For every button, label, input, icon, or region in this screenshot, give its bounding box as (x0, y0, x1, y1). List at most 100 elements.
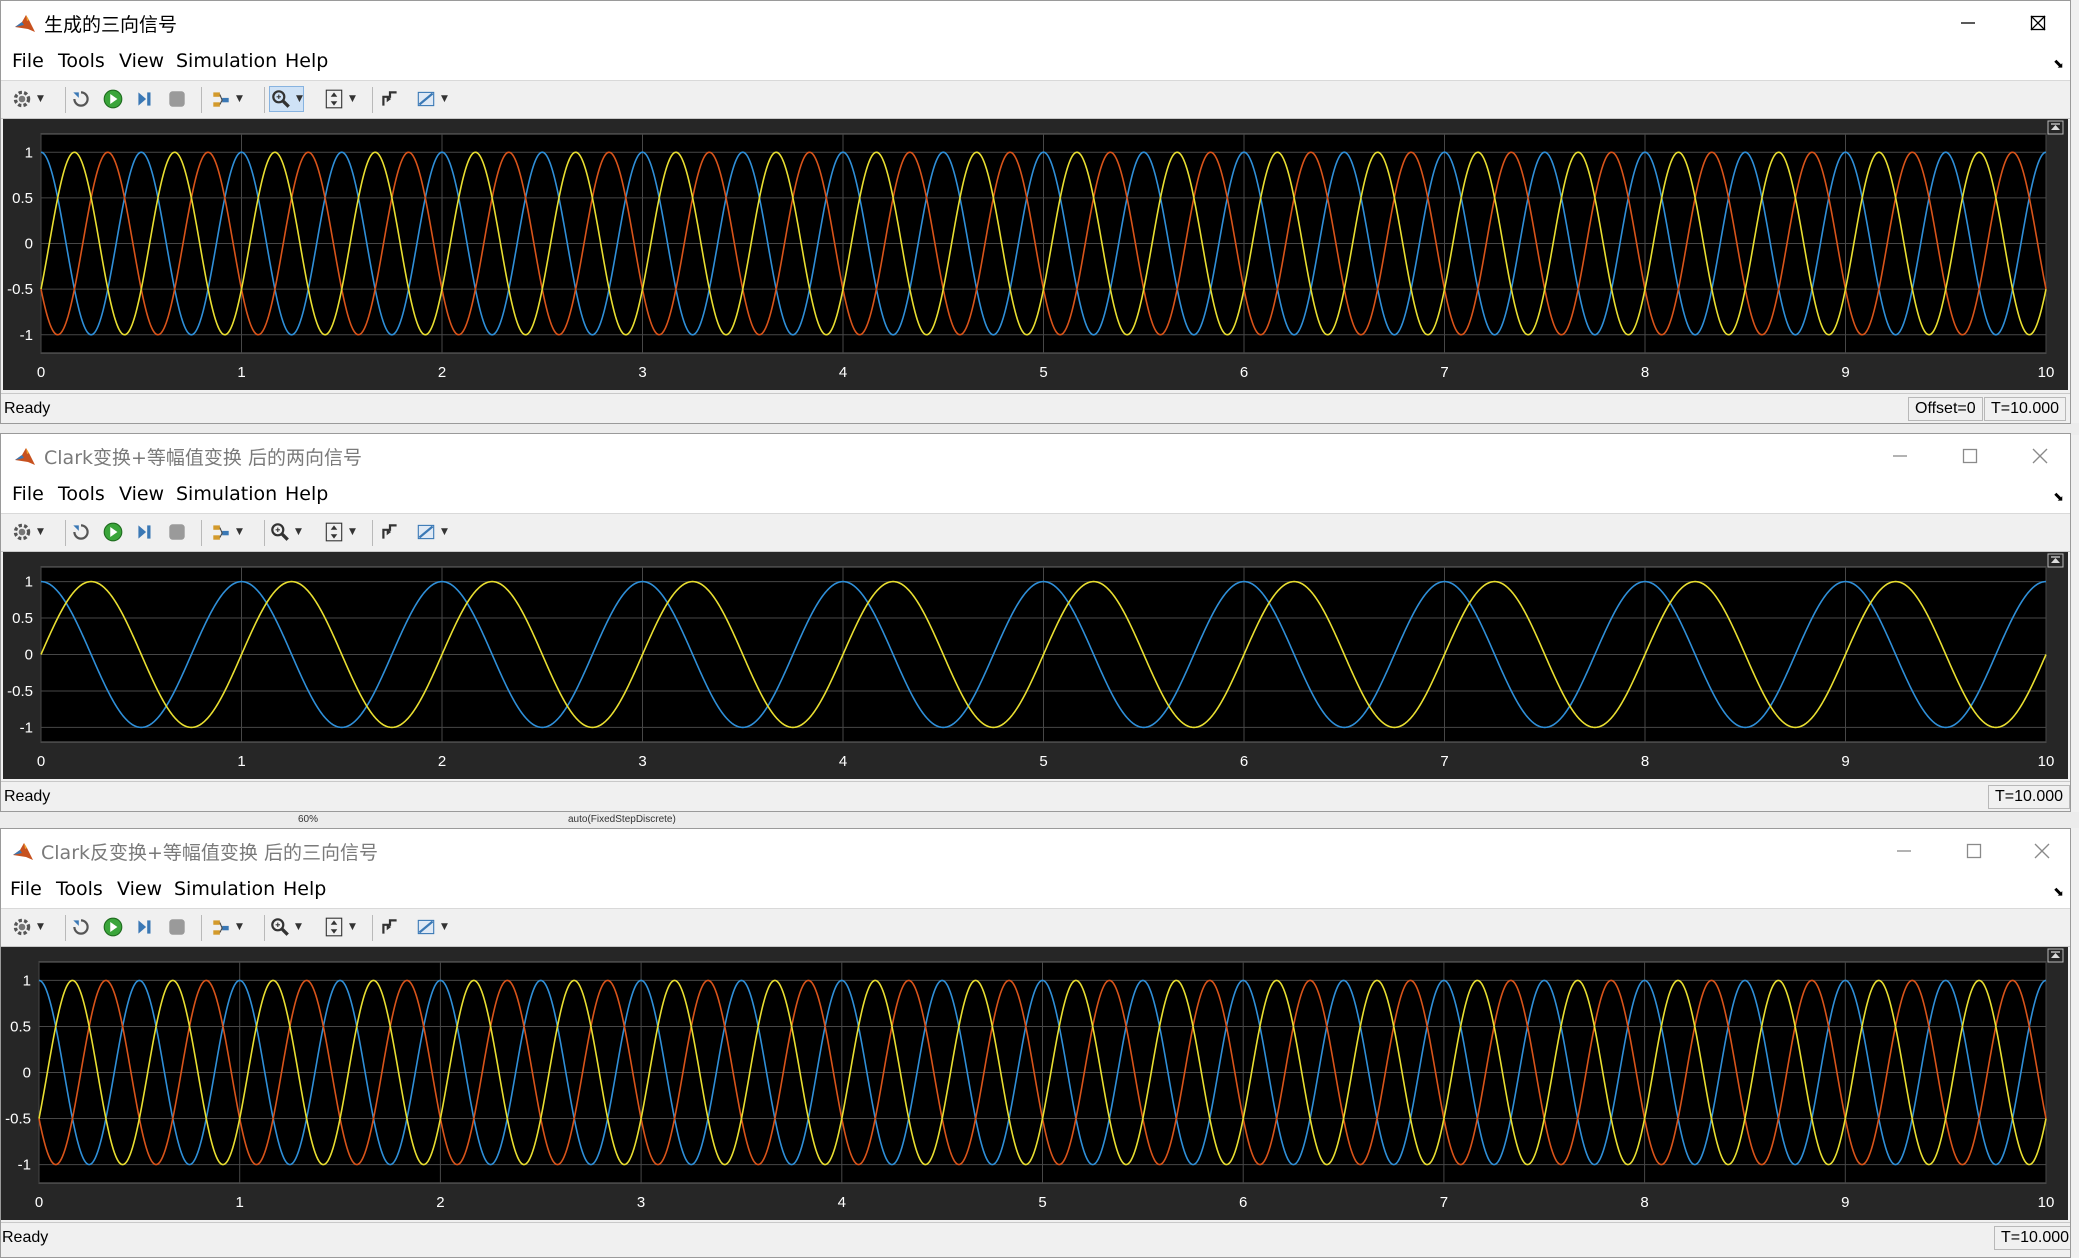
settings-button[interactable]: ▼ (11, 519, 44, 545)
x-tick-label: 8 (1640, 1194, 1648, 1211)
scale-axes-button[interactable]: ▼ (323, 914, 356, 940)
run-icon (103, 522, 123, 542)
title-bar[interactable]: Clark变换+等幅值变换 后的两向信号 (1, 434, 2070, 478)
step-forward-button[interactable] (134, 914, 156, 940)
run-button[interactable] (102, 86, 124, 112)
scale-axes-icon (325, 89, 343, 109)
highlight-icon (213, 525, 229, 540)
menu-view[interactable]: View (119, 50, 164, 72)
close-button[interactable] (2003, 1, 2070, 45)
menu-help[interactable]: Help (285, 50, 328, 72)
highlight-button[interactable]: ▼ (210, 86, 243, 112)
scope-plot[interactable]: 0 1 2 3 4 5 6 7 8 9 10 1 0.5 0 -0.5 -1 (3, 119, 2068, 390)
menu-help[interactable]: Help (283, 878, 326, 900)
dropdown-arrow-icon[interactable]: ▼ (441, 922, 448, 932)
triggers-button[interactable] (379, 519, 401, 545)
run-button[interactable] (102, 519, 124, 545)
step-forward-button[interactable] (134, 519, 156, 545)
matlab-icon (15, 15, 35, 32)
settings-button[interactable]: ▼ (11, 914, 44, 940)
maximize-axes-icon[interactable] (2047, 553, 2064, 568)
restore-button[interactable] (70, 914, 92, 940)
window-title: Clark反变换+等幅值变换 后的三向信号 (41, 842, 378, 864)
run-button[interactable] (102, 914, 124, 940)
dropdown-arrow-icon[interactable]: ▼ (441, 94, 448, 104)
undock-icon[interactable]: ⬊ (2053, 57, 2064, 72)
zoom-button[interactable]: ▼ (269, 519, 302, 545)
minimize-button[interactable] (1933, 1, 2003, 45)
menu-help[interactable]: Help (285, 483, 328, 505)
triggers-button[interactable] (379, 86, 401, 112)
menu-file[interactable]: File (10, 878, 42, 900)
highlight-button[interactable]: ▼ (210, 519, 243, 545)
toolbar: ▼ ▼ ▼ ▼ ▼ (1, 908, 2070, 947)
undock-icon[interactable]: ⬊ (2053, 885, 2064, 900)
menu-view[interactable]: View (117, 878, 162, 900)
maximize-axes-icon[interactable] (2047, 120, 2064, 135)
close-button[interactable] (2005, 434, 2070, 478)
settings-button[interactable]: ▼ (11, 86, 44, 112)
minimize-button[interactable] (1865, 434, 1935, 478)
highlight-button[interactable]: ▼ (210, 914, 243, 940)
x-tick-label: 3 (638, 753, 646, 770)
scale-axes-icon (325, 917, 343, 937)
dropdown-arrow-icon[interactable]: ▼ (349, 94, 356, 104)
maximize-button[interactable] (1935, 434, 2005, 478)
zoom-button[interactable]: ▼ (269, 86, 304, 112)
scope-plot[interactable]: 0 1 2 3 4 5 6 7 8 9 10 1 0.5 0 -0.5 -1 (3, 552, 2068, 779)
dropdown-arrow-icon[interactable]: ▼ (295, 922, 302, 932)
dropdown-arrow-icon[interactable]: ▼ (236, 94, 243, 104)
y-tick-label: 0.5 (12, 190, 33, 207)
scope-plot[interactable]: 0 1 2 3 4 5 6 7 8 9 10 1 0.5 0 -0.5 -1 (1, 947, 2068, 1220)
menu-tools[interactable]: Tools (58, 483, 105, 505)
restore-button[interactable] (70, 86, 92, 112)
measurements-button[interactable]: ▼ (415, 86, 448, 112)
undock-icon[interactable]: ⬊ (2053, 490, 2064, 505)
dropdown-arrow-icon[interactable]: ▼ (349, 922, 356, 932)
triggers-button[interactable] (379, 914, 401, 940)
step-forward-button[interactable] (134, 86, 156, 112)
measurements-button[interactable]: ▼ (415, 914, 448, 940)
title-bar[interactable]: 生成的三向信号 (1, 1, 2070, 45)
menu-tools[interactable]: Tools (56, 878, 103, 900)
dropdown-arrow-icon[interactable]: ▼ (441, 527, 448, 537)
menu-simulation[interactable]: Simulation (176, 483, 277, 505)
x-tick-label: 10 (2038, 364, 2055, 381)
menu-simulation[interactable]: Simulation (174, 878, 275, 900)
x-tick-label: 8 (1641, 753, 1649, 770)
menu-simulation[interactable]: Simulation (176, 50, 277, 72)
zoom-button[interactable]: ▼ (269, 914, 302, 940)
menu-file[interactable]: File (12, 50, 44, 72)
zoom-icon (271, 918, 289, 936)
minimize-button[interactable] (1869, 829, 1939, 873)
settings-icon (13, 90, 31, 108)
menu-file[interactable]: File (12, 483, 44, 505)
y-tick-label: 0.5 (10, 1018, 31, 1035)
maximize-axes-icon[interactable] (2047, 948, 2064, 963)
dropdown-arrow-icon[interactable]: ▼ (236, 527, 243, 537)
dropdown-arrow-icon[interactable]: ▼ (295, 527, 302, 537)
scale-axes-button[interactable]: ▼ (323, 86, 356, 112)
window-title: 生成的三向信号 (44, 14, 178, 36)
stop-button[interactable] (166, 86, 188, 112)
dropdown-arrow-icon[interactable]: ▼ (296, 94, 303, 104)
restore-icon (73, 919, 89, 935)
dropdown-arrow-icon[interactable]: ▼ (37, 527, 44, 537)
menu-tools[interactable]: Tools (58, 50, 105, 72)
stop-button[interactable] (166, 914, 188, 940)
dropdown-arrow-icon[interactable]: ▼ (349, 527, 356, 537)
dropdown-arrow-icon[interactable]: ▼ (37, 922, 44, 932)
close-button[interactable] (2007, 829, 2070, 873)
dropdown-arrow-icon[interactable]: ▼ (236, 922, 243, 932)
title-bar[interactable]: Clark反变换+等幅值变换 后的三向信号 (1, 829, 2070, 873)
dropdown-arrow-icon[interactable]: ▼ (37, 94, 44, 104)
scale-axes-button[interactable]: ▼ (323, 519, 356, 545)
x-tick-label: 10 (2038, 753, 2055, 770)
measurements-button[interactable]: ▼ (415, 519, 448, 545)
minimize-icon (1893, 455, 1907, 457)
stop-button[interactable] (166, 519, 188, 545)
restore-button[interactable] (70, 519, 92, 545)
menu-view[interactable]: View (119, 483, 164, 505)
x-tick-label: 0 (37, 364, 45, 381)
maximize-button[interactable] (1939, 829, 2009, 873)
